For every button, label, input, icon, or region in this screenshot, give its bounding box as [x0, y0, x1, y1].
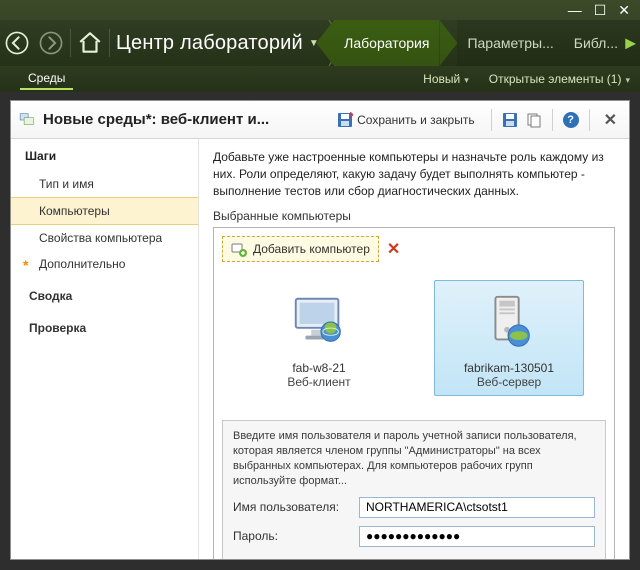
machine-name: fabrikam-130501 [441, 361, 577, 375]
new-dropdown[interactable]: Новый [423, 72, 469, 86]
forward-button[interactable] [34, 20, 68, 66]
password-label: Пароль: [233, 529, 351, 543]
page-title[interactable]: Центр лабораторий [112, 32, 309, 55]
environment-windows-icon [19, 112, 35, 128]
tab-params[interactable]: Параметры... [457, 20, 563, 66]
tab-library[interactable]: Библ...▶ [564, 20, 640, 66]
machine-role: Веб-клиент [251, 375, 387, 389]
add-computer-button[interactable]: Добавить компьютер [222, 236, 379, 262]
monitor-icon [251, 287, 387, 357]
subtab-environments[interactable]: Среды [20, 68, 73, 90]
asterisk-icon: * [23, 257, 28, 273]
machine-name: fab-w8-21 [251, 361, 387, 375]
close-panel-icon[interactable]: ✕ [600, 110, 621, 130]
step-summary[interactable]: Сводка [11, 283, 198, 309]
domain-value: NORTHAMERICA [359, 555, 456, 559]
close-window-icon[interactable]: ✕ [618, 2, 630, 19]
tab-lab[interactable]: Лаборатория [334, 20, 439, 66]
home-button[interactable] [73, 20, 107, 66]
machine-item-client[interactable]: fab-w8-21 Веб-клиент [244, 280, 394, 396]
step-verify[interactable]: Проверка [11, 315, 198, 341]
svg-text:✕: ✕ [349, 112, 353, 120]
username-label: Имя пользователя: [233, 500, 351, 514]
machine-item-server[interactable]: fabrikam-130501 Веб-сервер [434, 280, 584, 396]
save-and-close-button[interactable]: ✕ Сохранить и закрыть [331, 110, 480, 130]
minimize-icon[interactable]: — [568, 2, 582, 18]
step-advanced[interactable]: *Дополнительно [11, 251, 198, 277]
instructions-text: Добавьте уже настроенные компьютеры и на… [213, 149, 615, 199]
copy-icon[interactable] [526, 112, 542, 128]
scroll-right-icon[interactable]: ▶ [625, 35, 636, 52]
save-close-icon: ✕ [337, 112, 353, 128]
credentials-box: Введите имя пользователя и пароль учетно… [222, 420, 606, 559]
password-input[interactable] [359, 526, 595, 547]
steps-header: Шаги [11, 149, 198, 171]
open-items-dropdown[interactable]: Открытые элементы (1) [489, 72, 630, 86]
step-computer-props[interactable]: Свойства компьютера [11, 225, 198, 251]
add-computer-icon [231, 241, 247, 257]
back-button[interactable] [0, 20, 34, 66]
maximize-icon[interactable]: ☐ [594, 2, 607, 19]
selected-computers-label: Выбранные компьютеры [213, 209, 615, 223]
step-computers[interactable]: Компьютеры [11, 197, 198, 225]
domain-label: Домен: [233, 557, 351, 559]
remove-computer-button[interactable]: ✕ [387, 239, 400, 259]
server-tower-icon [441, 287, 577, 357]
help-icon[interactable]: ? [563, 112, 579, 128]
save-icon[interactable] [502, 112, 518, 128]
username-input[interactable] [359, 497, 595, 518]
machine-role: Веб-сервер [441, 375, 577, 389]
credentials-desc: Введите имя пользователя и пароль учетно… [233, 429, 595, 488]
step-type-name[interactable]: Тип и имя [11, 171, 198, 197]
machines-box: Добавить компьютер ✕ [213, 227, 615, 559]
panel-title: Новые среды*: веб-клиент и... [43, 111, 269, 128]
